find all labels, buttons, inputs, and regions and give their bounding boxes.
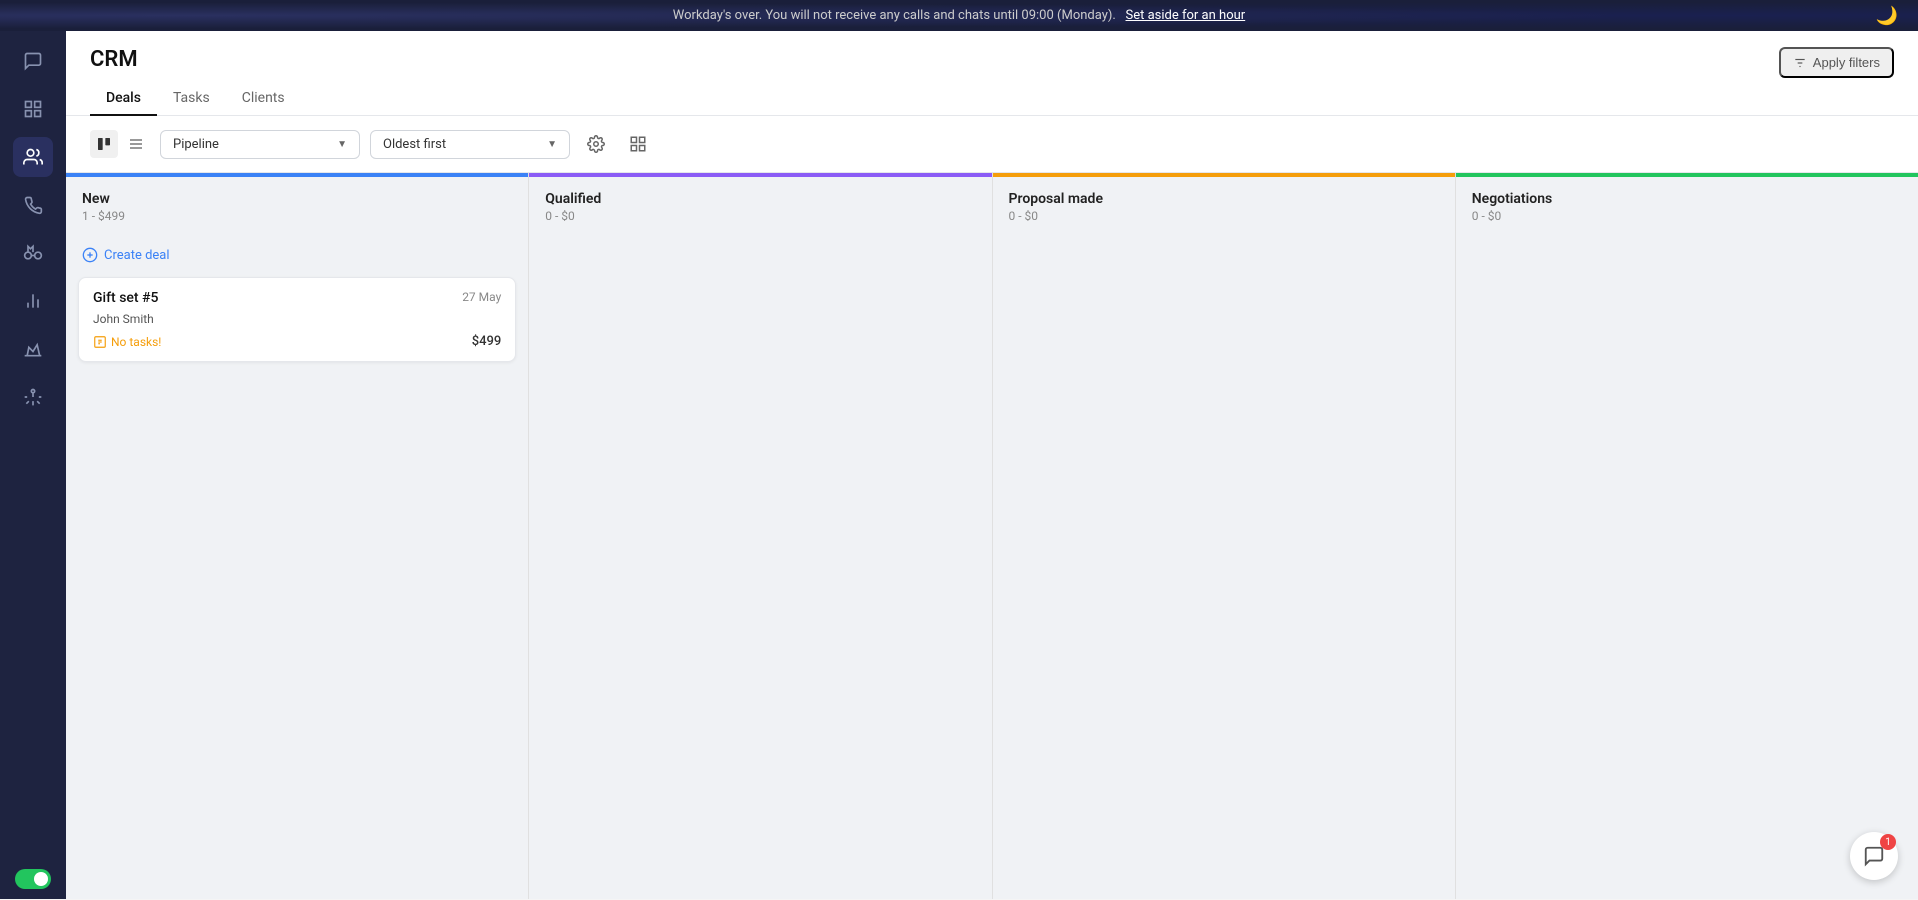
sidebar-icon-team[interactable] <box>13 137 53 177</box>
column-new-count: 1 - $499 <box>82 209 512 223</box>
view-toggle <box>90 130 150 158</box>
deal-name: Gift set #5 <box>93 290 158 306</box>
notification-bar: Workday's over. You will not receive any… <box>0 0 1918 31</box>
chat-bubble-button[interactable]: 1 <box>1850 832 1898 880</box>
list-view-button[interactable] <box>122 130 150 158</box>
deal-person: John Smith <box>93 312 501 326</box>
column-qualified-title: Qualified <box>545 191 975 207</box>
column-new-body: Create deal Gift set #5 27 May John Smit… <box>66 233 528 899</box>
tab-tasks[interactable]: Tasks <box>157 82 226 116</box>
main-content: CRM Apply filters Deals Tasks Clients <box>66 31 1918 899</box>
sidebar-icon-chart[interactable] <box>13 281 53 321</box>
deal-amount: $499 <box>472 334 502 349</box>
column-negotiations-body <box>1456 233 1918 899</box>
tab-deals[interactable]: Deals <box>90 82 157 116</box>
sidebar-bottom <box>15 869 51 889</box>
column-new-title: New <box>82 191 512 207</box>
deal-date: 27 May <box>462 290 501 304</box>
column-proposal: Proposal made 0 - $0 <box>993 173 1456 899</box>
sort-label: Oldest first <box>383 137 446 152</box>
column-negotiations-count: 0 - $0 <box>1472 209 1902 223</box>
toolbar: Pipeline ▼ Oldest first ▼ <box>66 116 1918 173</box>
pipeline-dropdown-arrow: ▼ <box>337 139 347 150</box>
kanban-view-button[interactable] <box>90 130 118 158</box>
column-proposal-count: 0 - $0 <box>1009 209 1439 223</box>
sidebar <box>0 31 66 899</box>
kanban-board: New 1 - $499 Create deal Gift set #5 27 … <box>66 173 1918 899</box>
notification-message: Workday's over. You will not receive any… <box>673 8 1116 23</box>
tab-clients[interactable]: Clients <box>226 82 301 116</box>
apply-filters-label: Apply filters <box>1813 55 1880 70</box>
settings-icon-btn[interactable] <box>580 128 612 160</box>
create-deal-label: Create deal <box>104 248 170 263</box>
sidebar-icon-contact[interactable] <box>13 89 53 129</box>
column-negotiations-header: Negotiations 0 - $0 <box>1456 177 1918 233</box>
column-proposal-body <box>993 233 1455 899</box>
page-title: CRM <box>90 47 138 72</box>
page-header: CRM Apply filters Deals Tasks Clients <box>66 31 1918 116</box>
column-qualified: Qualified 0 - $0 <box>529 173 992 899</box>
sort-dropdown-arrow: ▼ <box>547 139 557 150</box>
sidebar-icon-crown[interactable] <box>13 329 53 369</box>
column-negotiations-title: Negotiations <box>1472 191 1902 207</box>
sidebar-icon-chat[interactable] <box>13 41 53 81</box>
sidebar-icon-binoculars[interactable] <box>13 233 53 273</box>
chart-icon-btn[interactable] <box>622 128 654 160</box>
column-new: New 1 - $499 Create deal Gift set #5 27 … <box>66 173 529 899</box>
column-new-header: New 1 - $499 <box>66 177 528 233</box>
create-deal-button[interactable]: Create deal <box>78 241 516 269</box>
deal-card[interactable]: Gift set #5 27 May John Smith No tasks! … <box>78 277 516 362</box>
column-proposal-title: Proposal made <box>1009 191 1439 207</box>
toggle-thumb <box>34 872 48 886</box>
deal-footer: No tasks! $499 <box>93 334 501 349</box>
column-negotiations: Negotiations 0 - $0 <box>1456 173 1918 899</box>
chat-notification-dot: 1 <box>1880 834 1896 850</box>
column-qualified-count: 0 - $0 <box>545 209 975 223</box>
sort-dropdown[interactable]: Oldest first ▼ <box>370 130 570 159</box>
pipeline-label: Pipeline <box>173 137 219 152</box>
moon-icon: 🌙 <box>1876 5 1898 26</box>
apply-filters-button[interactable]: Apply filters <box>1779 47 1894 78</box>
pipeline-dropdown[interactable]: Pipeline ▼ <box>160 130 360 159</box>
no-tasks-label: No tasks! <box>111 335 161 349</box>
sidebar-icon-settings[interactable] <box>13 377 53 417</box>
sidebar-icon-phone[interactable] <box>13 185 53 225</box>
column-qualified-header: Qualified 0 - $0 <box>529 177 991 233</box>
status-toggle[interactable] <box>15 869 51 889</box>
tabs: Deals Tasks Clients <box>90 82 1894 115</box>
deal-card-header: Gift set #5 27 May <box>93 290 501 306</box>
app-container: CRM Apply filters Deals Tasks Clients <box>0 31 1918 899</box>
column-qualified-body <box>529 233 991 899</box>
column-proposal-header: Proposal made 0 - $0 <box>993 177 1455 233</box>
deal-task-badge: No tasks! <box>93 335 161 349</box>
set-aside-link[interactable]: Set aside for an hour <box>1126 8 1246 23</box>
